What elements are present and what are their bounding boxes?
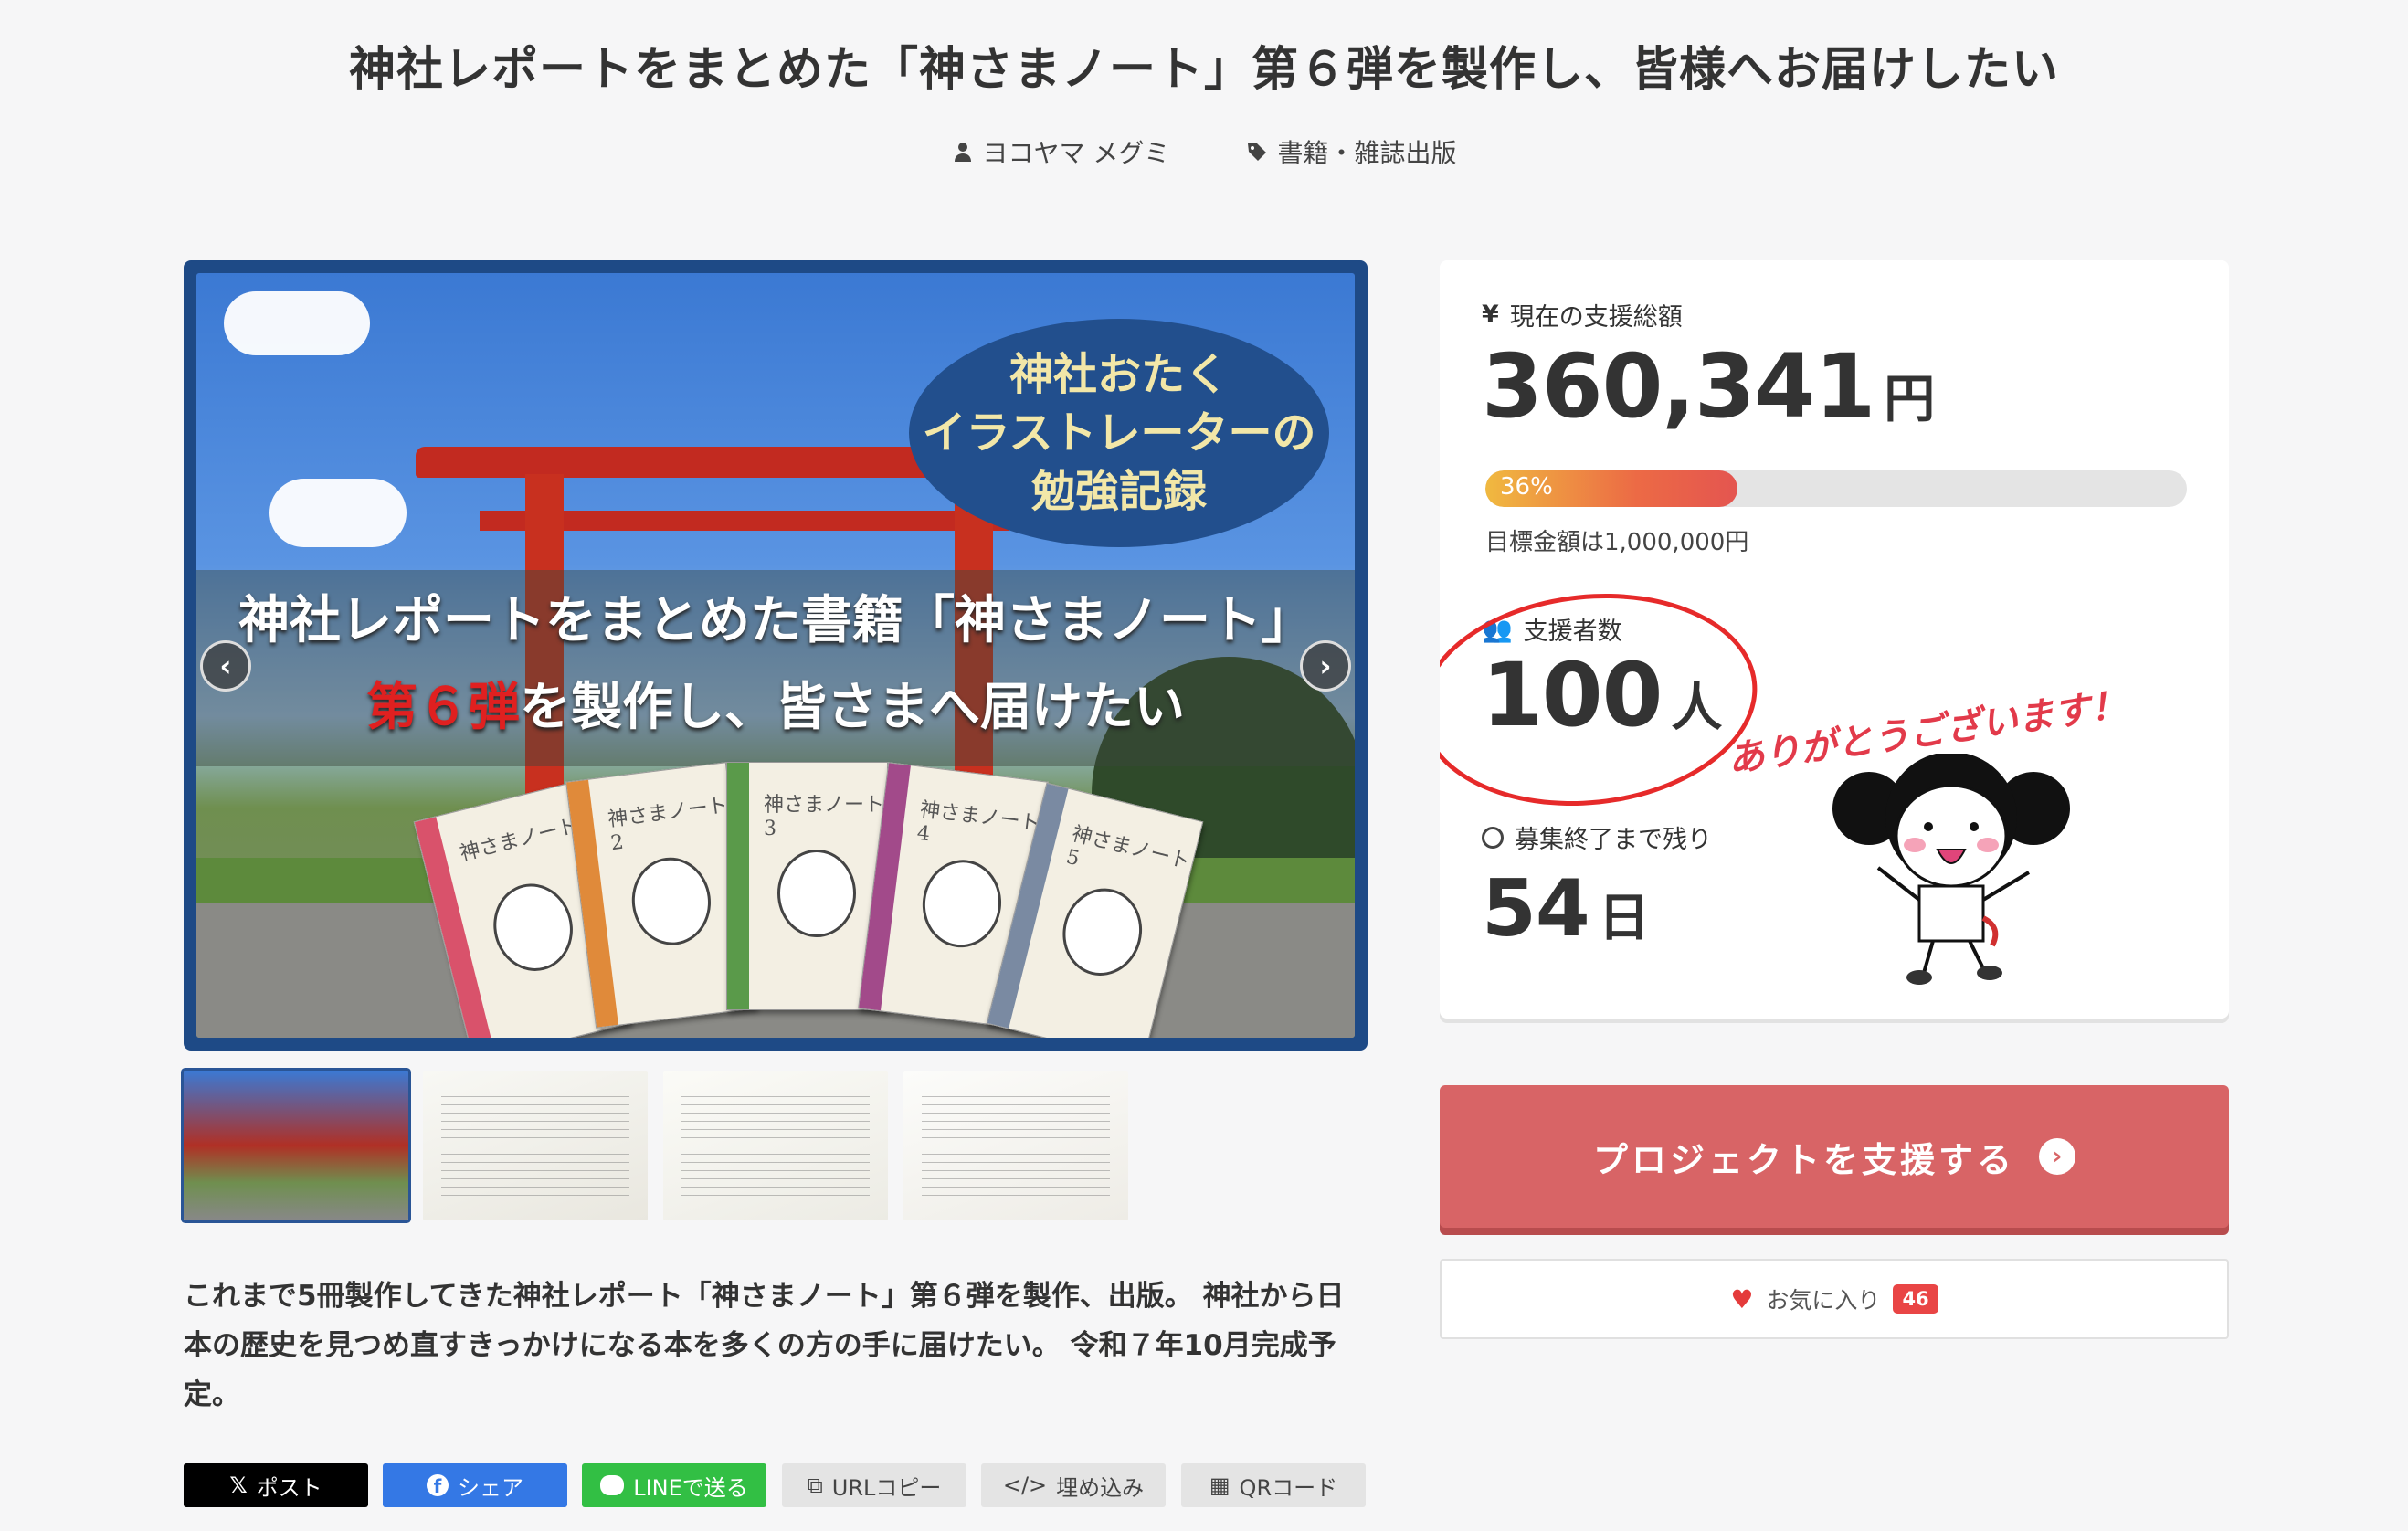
remaining-days: 54 日 (1482, 863, 1650, 955)
facebook-icon: f (427, 1474, 449, 1497)
carousel-prev-button[interactable]: ‹ (200, 640, 251, 692)
progress-percent: 36% (1500, 473, 1553, 501)
remaining-value: 54 (1482, 863, 1590, 955)
book-title: 神さまノート (457, 814, 581, 866)
page-title: 神社レポートをまとめた「神さまノート」第６弾を製作し、皆様へお届けしたい (348, 43, 2059, 97)
support-project-button[interactable]: プロジェクトを支援する › (1440, 1085, 2229, 1228)
book-illustration (484, 875, 582, 980)
copy-url-button[interactable]: ⧉ URLコピー (782, 1463, 966, 1507)
thumbnail-1[interactable] (184, 1071, 408, 1220)
hero-caption-highlight: 第６弾 (366, 678, 520, 737)
total-amount-unit: 円 (1884, 370, 1936, 429)
category-name: 書籍・雑誌出版 (1277, 138, 1457, 168)
x-logo-icon: 𝕏 (229, 1473, 248, 1498)
project-meta: ヨコヤマ メグミ 書籍・雑誌出版 (0, 133, 2408, 170)
project-description: これまで5冊製作してきた神社レポート「神さまノート」第６弾を製作、出版。 神社か… (184, 1280, 1345, 1411)
total-amount-value: 360,341 (1482, 335, 1875, 438)
funding-stats-card: ¥ 現在の支援総額 360,341 円 36% 目標金額は1,000,000円 👥… (1440, 260, 2229, 1019)
hero-caption-line1: 神社レポートをまとめた書籍「神さまノート」 (238, 591, 1313, 650)
copy-url-label: URLコピー (831, 1474, 942, 1501)
share-x-button[interactable]: 𝕏 ポスト (184, 1463, 368, 1507)
oval-line: 神社おたく (1009, 349, 1229, 400)
share-x-label: ポスト (256, 1474, 322, 1501)
chevron-right-circle-icon: › (2039, 1138, 2075, 1175)
thumbnail-2[interactable] (423, 1071, 648, 1220)
progress-fill: 36% (1485, 470, 1738, 507)
remaining-label-row: 募集終了まで残り (1482, 819, 1712, 855)
favorite-count-badge: 46 (1893, 1284, 1938, 1314)
code-icon: </> (1002, 1473, 1048, 1498)
book-illustration (917, 855, 1007, 953)
book-illustration (1053, 880, 1152, 985)
main-image[interactable]: 神社おたく イラストレーターの 勉強記録 神社レポートをまとめた書籍「神さまノー… (184, 260, 1368, 1051)
favorite-label: お気に入り (1766, 1287, 1881, 1314)
hero-caption-rest: を製作し、皆さまへ届けたい (520, 678, 1185, 737)
chevron-right-icon: › (1319, 649, 1332, 683)
girl-illustration (1832, 754, 2070, 985)
badge-oval: 神社おたく イラストレーターの 勉強記録 (909, 319, 1329, 547)
share-line-button[interactable]: LINEで送る (582, 1463, 766, 1507)
author-link[interactable]: ヨコヤマ メグミ (952, 133, 1170, 170)
share-line-label: LINEで送る (633, 1474, 748, 1501)
qr-icon: ▦ (1209, 1473, 1230, 1498)
thumbnail-4[interactable] (903, 1071, 1128, 1220)
yen-icon: ¥ (1482, 301, 1499, 329)
clock-icon (1482, 826, 1504, 849)
qr-label: QRコード (1239, 1474, 1338, 1501)
user-icon (954, 143, 971, 162)
book-title: 神さまノート2 (607, 794, 730, 856)
tag-icon (1248, 143, 1267, 161)
embed-button[interactable]: </> 埋め込み (981, 1463, 1166, 1507)
goal-amount: 目標金額は1,000,000円 (1485, 529, 1749, 556)
qr-code-button[interactable]: ▦ QRコード (1181, 1463, 1366, 1507)
copy-icon: ⧉ (807, 1473, 823, 1498)
total-amount: 360,341 円 (1482, 335, 1935, 438)
share-facebook-button[interactable]: f シェア (383, 1463, 567, 1507)
line-icon (600, 1475, 625, 1495)
cloud-shape (224, 291, 370, 355)
author-name: ヨコヤマ メグミ (982, 138, 1170, 168)
book-title: 神さまノート5 (1063, 822, 1192, 874)
oval-line: イラストレーターの (922, 407, 1316, 459)
hero-caption-line2: 第６弾を製作し、皆さまへ届けたい (196, 666, 1355, 740)
embed-label: 埋め込み (1056, 1474, 1145, 1501)
remaining-label: 募集終了まで残り (1515, 826, 1712, 854)
book-illustration (777, 850, 856, 937)
support-button-label: プロジェクトを支援する (1592, 1139, 2015, 1180)
oval-line: 勉強記録 (1030, 466, 1207, 517)
book-title: 神さまノート4 (915, 797, 1041, 847)
book-title: 神さまノート3 (764, 794, 885, 840)
heart-icon: ♥ (1730, 1283, 1754, 1315)
favorite-button[interactable]: ♥ お気に入り 46 (1440, 1259, 2229, 1339)
total-label: 現在の支援総額 (1509, 303, 1683, 332)
chevron-left-icon: ‹ (219, 649, 232, 683)
book-illustration (627, 852, 716, 950)
cloud-shape (269, 479, 407, 547)
carousel-next-button[interactable]: › (1300, 640, 1351, 692)
remaining-unit: 日 (1598, 889, 1650, 948)
total-label-row: ¥ 現在の支援総額 (1482, 297, 1683, 333)
thumbnail-3[interactable] (663, 1071, 888, 1220)
share-facebook-label: シェア (458, 1474, 523, 1501)
category-link[interactable]: 書籍・雑誌出版 (1246, 133, 1456, 170)
progress-bar: 36% (1485, 470, 2187, 507)
